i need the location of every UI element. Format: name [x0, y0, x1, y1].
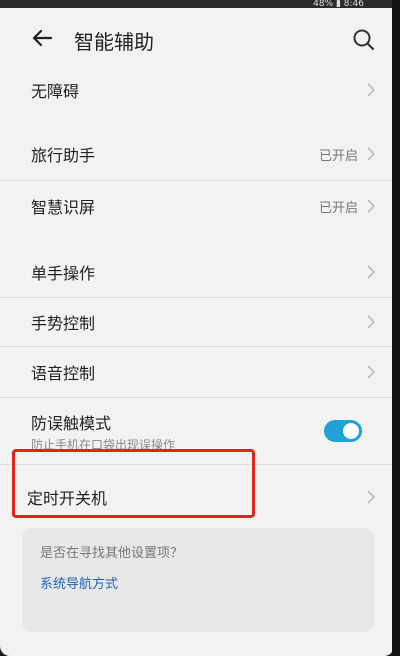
chevron-right-icon	[367, 147, 376, 161]
row-label: 手势控制	[31, 314, 96, 333]
row-label: 语音控制	[31, 364, 96, 383]
suggestion-question: 是否在寻找其他设置项？	[40, 546, 184, 561]
row-one-hand[interactable]: 单手操作	[0, 247, 394, 297]
row-voice-control[interactable]: 语音控制	[0, 347, 394, 397]
chevron-right-icon	[367, 365, 376, 379]
chevron-right-icon	[367, 199, 376, 213]
status-value: 已开启	[318, 200, 358, 216]
app-bar: 智能辅助	[0, 8, 394, 68]
row-accessibility[interactable]: 无障碍	[0, 68, 394, 112]
status-value: 已开启	[318, 148, 358, 164]
chevron-right-icon	[367, 490, 376, 504]
suggestion-card: 是否在寻找其他设置项？ 系统导航方式	[22, 528, 374, 632]
anti-mistouch-toggle[interactable]	[324, 420, 362, 442]
suggestion-link[interactable]: 系统导航方式	[40, 573, 118, 592]
search-icon[interactable]	[348, 24, 380, 56]
chevron-right-icon	[367, 83, 376, 97]
page-title: 智能辅助	[74, 30, 154, 54]
row-label: 防误触模式	[31, 414, 112, 433]
row-label: 旅行助手	[31, 146, 96, 165]
highlight-box	[12, 449, 255, 518]
row-gesture-control[interactable]: 手势控制	[0, 298, 394, 346]
back-arrow-icon[interactable]	[26, 22, 58, 54]
phone-bezel	[392, 0, 400, 656]
row-label: 无障碍	[31, 82, 80, 101]
row-label: 单手操作	[31, 264, 96, 283]
chevron-right-icon	[367, 315, 376, 329]
chevron-right-icon	[367, 265, 376, 279]
toggle-knob	[343, 423, 359, 439]
status-bar: 48% ▮ 8:46	[0, 0, 394, 9]
row-label: 智慧识屏	[31, 198, 96, 217]
row-travel-assistant[interactable]: 旅行助手 已开启	[0, 128, 394, 180]
row-smart-screen[interactable]: 智慧识屏 已开启	[0, 181, 394, 231]
screen: 48% ▮ 8:46 智能辅助 无障碍 旅行助手 已开启 智慧识屏 已开启 单手…	[0, 0, 394, 656]
